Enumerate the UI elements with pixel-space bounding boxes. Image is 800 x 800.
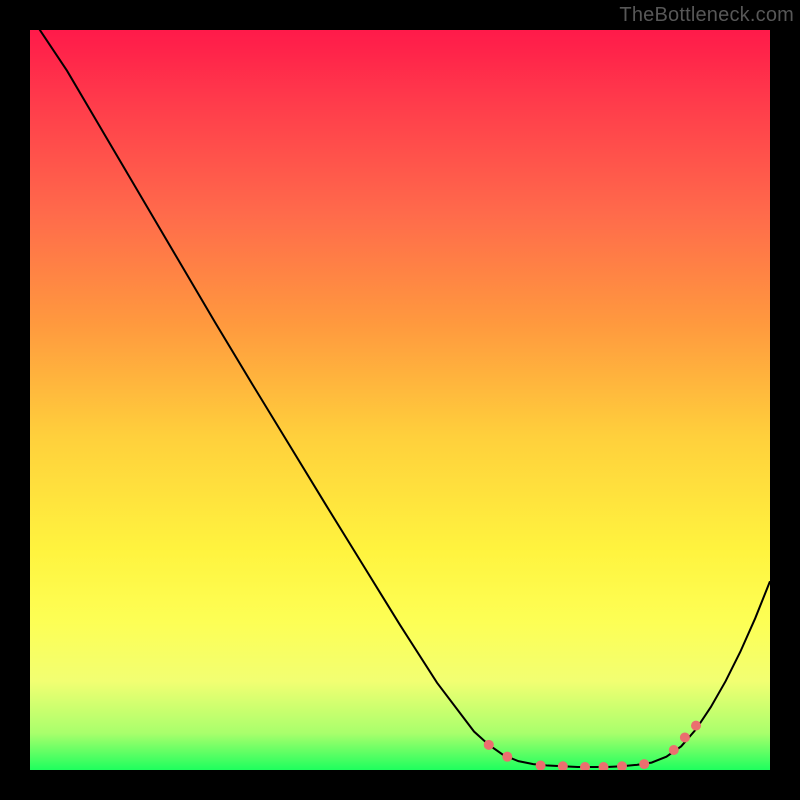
marker-dot	[599, 762, 609, 770]
curve-layer	[30, 30, 770, 770]
chart-container: TheBottleneck.com	[0, 0, 800, 800]
marker-dot	[639, 759, 649, 769]
marker-dot	[617, 761, 627, 770]
marker-dot	[669, 745, 679, 755]
marker-dot	[691, 721, 701, 731]
marker-dot	[536, 761, 546, 770]
marker-dot	[580, 762, 590, 770]
marker-dot	[558, 761, 568, 770]
marker-dot	[484, 740, 494, 750]
plot-area	[30, 30, 770, 770]
marker-dot	[680, 732, 690, 742]
bottleneck-curve	[30, 30, 770, 767]
watermark-text: TheBottleneck.com	[619, 4, 794, 27]
marker-dot	[502, 752, 512, 762]
marker-group	[484, 721, 701, 770]
